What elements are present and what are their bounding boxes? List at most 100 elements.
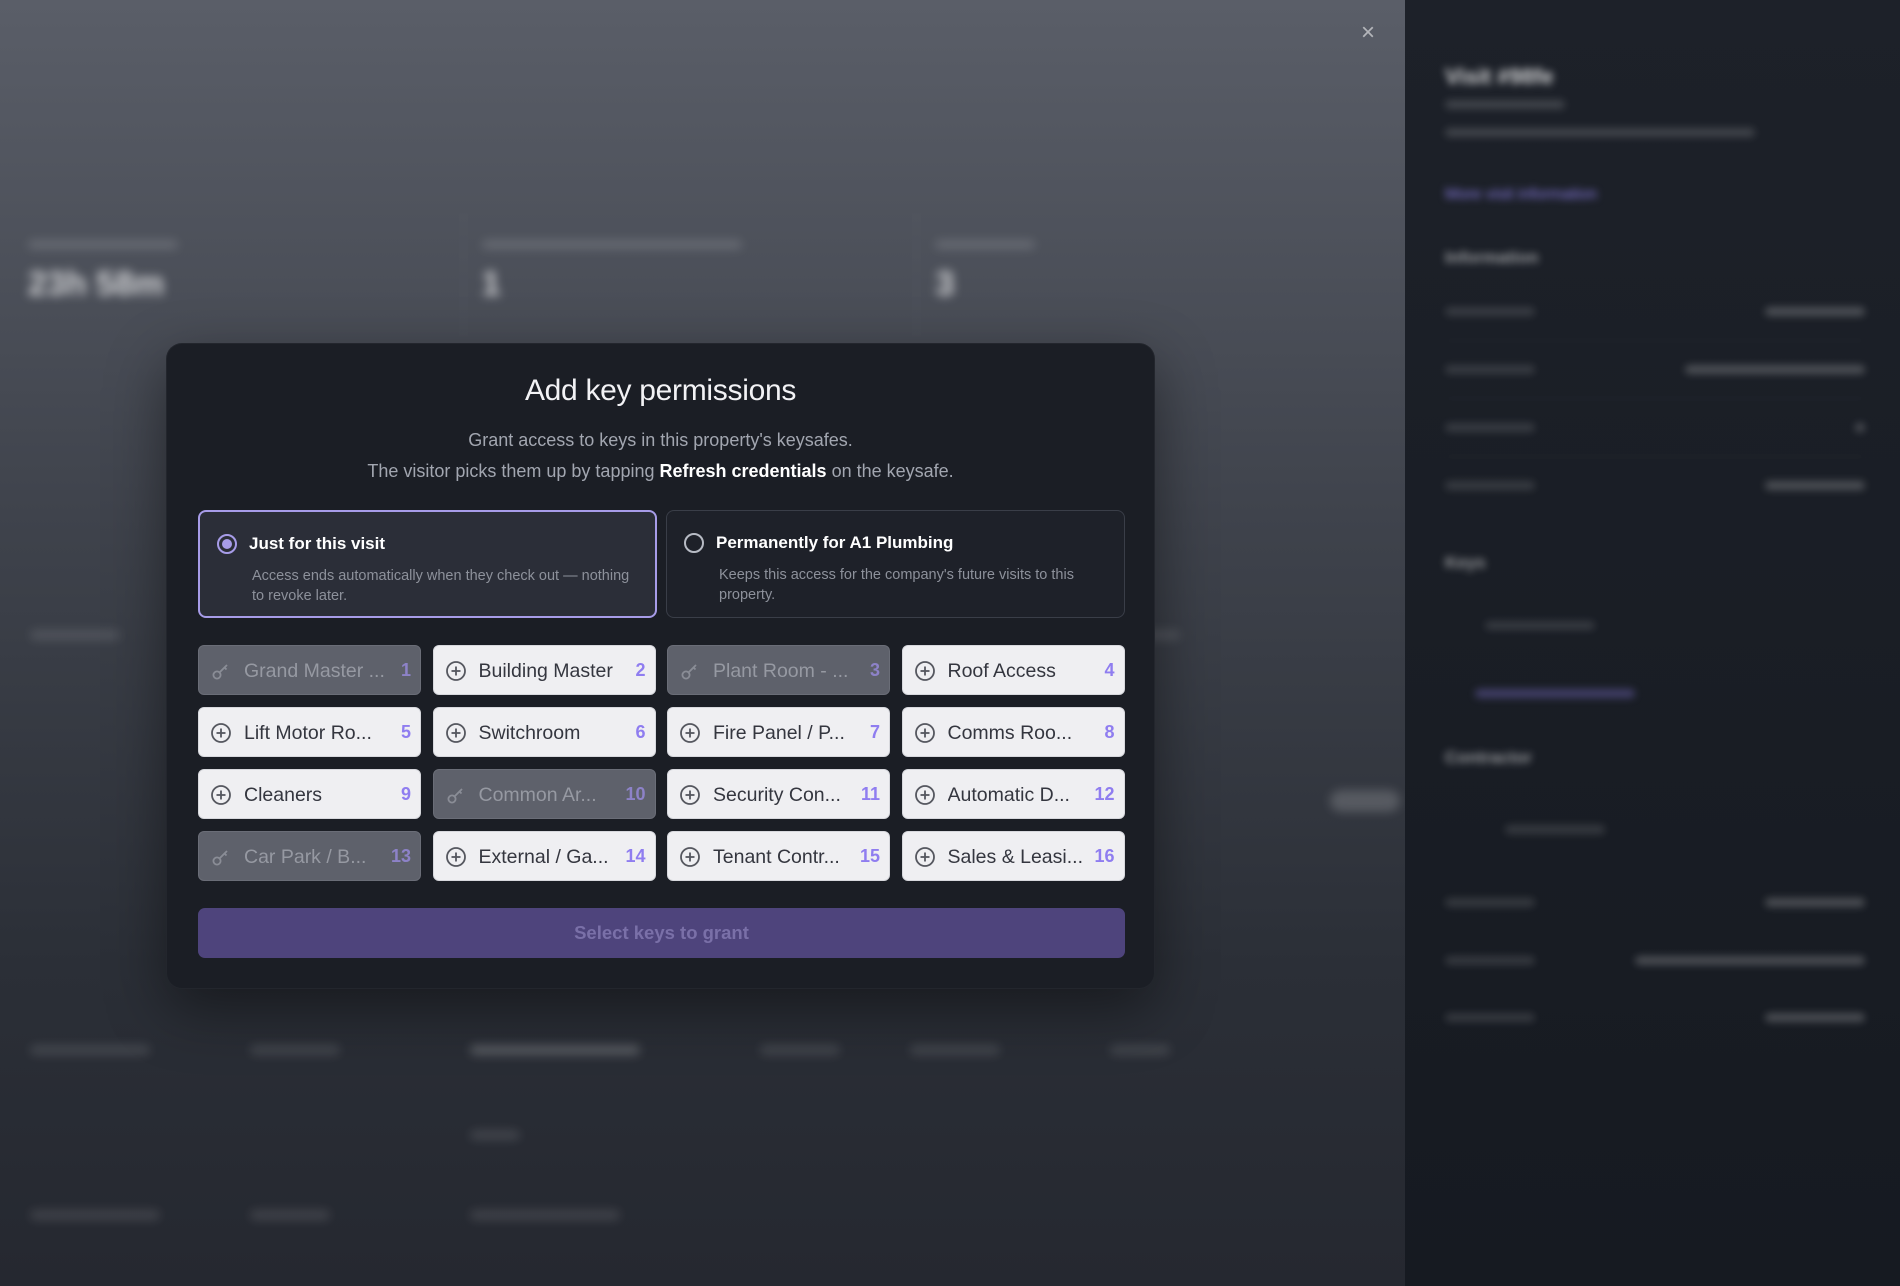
- stat-value: 3: [935, 265, 955, 303]
- key-name: Automatic D...: [947, 784, 1070, 806]
- key-chip[interactable]: Security Con... 11: [667, 769, 890, 819]
- radio-unselected-icon[interactable]: [684, 533, 704, 553]
- key-name: Security Con...: [713, 784, 841, 806]
- modal-instruction: The visitor picks them up by tapping Ref…: [167, 461, 1154, 482]
- key-number: 10: [625, 784, 646, 804]
- background-line: [30, 1210, 160, 1220]
- side-panel-divider: [1445, 456, 1865, 457]
- background-line: [470, 1130, 520, 1140]
- option-description: Keeps this access for the company's futu…: [719, 567, 1074, 603]
- key-chip[interactable]: Sales & Leasi... 16: [901, 831, 1125, 881]
- key-number: 2: [635, 660, 646, 680]
- option-just-this-visit[interactable]: Just for this visit Access ends automati…: [198, 510, 657, 618]
- key-chip[interactable]: Automatic D... 12: [901, 769, 1125, 819]
- key-chip[interactable]: Cleaners 9: [198, 769, 421, 819]
- option-permanently-for-company[interactable]: Permanently for A1 Plumbing Keeps this a…: [666, 510, 1125, 618]
- key-name: Fire Panel / P...: [713, 722, 845, 744]
- plus-circle-icon: [914, 660, 936, 682]
- option-title: Permanently for A1 Plumbing: [716, 533, 954, 552]
- key-icon: [679, 660, 701, 682]
- app-root: 23h 58m 1 3 × Visit #98fe More visit inf…: [0, 0, 1900, 1286]
- key-chip: Car Park / B... 13: [198, 831, 421, 881]
- key-grid: Grand Master ... 1 Building Master 2 Plant R…: [198, 645, 1125, 881]
- key-icon: [445, 784, 467, 806]
- background-line: [250, 1210, 330, 1220]
- key-chip[interactable]: Comms Roo... 8: [901, 707, 1125, 757]
- side-panel-subline: [1445, 128, 1755, 137]
- side-panel-divider: [1445, 398, 1865, 399]
- key-name: Sales & Leasi...: [947, 846, 1084, 868]
- key-number: 8: [1104, 722, 1115, 742]
- key-name: Roof Access: [947, 660, 1056, 682]
- background-line: [470, 1045, 640, 1055]
- background-line: [30, 630, 120, 640]
- key-number: 12: [1094, 784, 1115, 804]
- key-number: 16: [1094, 846, 1115, 866]
- side-panel-row: [1445, 420, 1865, 436]
- plus-circle-icon: [914, 784, 936, 806]
- plus-circle-icon: [914, 846, 936, 868]
- key-name: Tenant Contr...: [713, 846, 840, 868]
- plus-circle-icon: [679, 784, 701, 806]
- select-keys-to-grant-button[interactable]: Select keys to grant: [198, 908, 1125, 958]
- key-name: Switchroom: [478, 722, 581, 744]
- side-panel-heading: Information: [1445, 248, 1539, 267]
- instruction-emphasis: Refresh credentials: [659, 461, 827, 481]
- key-name: Plant Room - ...: [713, 660, 849, 682]
- background-line: [910, 1045, 1000, 1055]
- side-panel-heading: Contractor: [1445, 748, 1532, 767]
- background-line: [1110, 1045, 1170, 1055]
- side-panel-row: [1445, 895, 1865, 911]
- key-icon: [210, 846, 232, 868]
- key-chip[interactable]: External / Ga... 14: [432, 831, 656, 881]
- side-panel-divider: [1445, 340, 1865, 341]
- key-chip[interactable]: Tenant Contr... 15: [667, 831, 890, 881]
- side-panel-row: [1445, 362, 1865, 378]
- modal-title: Add key permissions: [524, 374, 797, 407]
- key-name: Cleaners: [244, 784, 323, 806]
- plus-circle-icon: [914, 722, 936, 744]
- key-name: Common Ar...: [478, 784, 597, 806]
- option-description: Access ends automatically when they chec…: [252, 568, 630, 604]
- plus-circle-icon: [210, 722, 232, 744]
- side-panel-row: [1445, 953, 1865, 969]
- radio-selected-icon[interactable]: [217, 534, 237, 554]
- key-chip[interactable]: Roof Access 4: [901, 645, 1125, 695]
- add-key-permissions-modal: Add key permissions Grant access to keys…: [166, 343, 1155, 989]
- key-chip[interactable]: Switchroom 6: [432, 707, 656, 757]
- key-number: 15: [859, 846, 880, 866]
- side-panel-row: [1445, 618, 1865, 634]
- key-chip[interactable]: Lift Motor Ro... 5: [198, 707, 421, 757]
- background-line: [470, 1210, 620, 1220]
- background-line: [250, 1045, 340, 1055]
- key-number: 3: [869, 660, 880, 680]
- key-number: 7: [869, 722, 880, 742]
- side-panel-row: [1445, 686, 1865, 702]
- plus-circle-icon: [679, 846, 701, 868]
- stat-card: 3: [917, 210, 1370, 340]
- key-name: Car Park / B...: [244, 846, 367, 868]
- plus-circle-icon: [445, 846, 467, 868]
- background-side-panel: Visit #98fe More visit information Infor…: [1405, 0, 1900, 1286]
- key-name: Lift Motor Ro...: [244, 722, 372, 744]
- stat-card: 23h 58m: [10, 210, 464, 340]
- plus-circle-icon: [679, 722, 701, 744]
- key-chip[interactable]: Fire Panel / P... 7: [667, 707, 890, 757]
- close-icon[interactable]: ×: [1355, 20, 1381, 46]
- background-line: [1330, 790, 1400, 812]
- stats-row: 23h 58m 1 3: [10, 210, 1370, 340]
- key-chip: Grand Master ... 1: [198, 645, 421, 695]
- side-panel-subline: [1445, 100, 1565, 109]
- key-number: 11: [860, 784, 880, 804]
- key-name: Building Master: [478, 660, 613, 682]
- key-number: 14: [625, 846, 646, 866]
- modal-description: Grant access to keys in this property's …: [468, 430, 853, 450]
- key-number: 1: [400, 660, 411, 680]
- plus-circle-icon: [445, 722, 467, 744]
- stat-card: 1: [464, 210, 918, 340]
- side-panel-row: [1445, 1010, 1865, 1026]
- key-icon: [210, 660, 232, 682]
- key-name: Grand Master ...: [244, 660, 385, 682]
- key-chip[interactable]: Building Master 2: [432, 645, 656, 695]
- key-number: 6: [635, 722, 646, 742]
